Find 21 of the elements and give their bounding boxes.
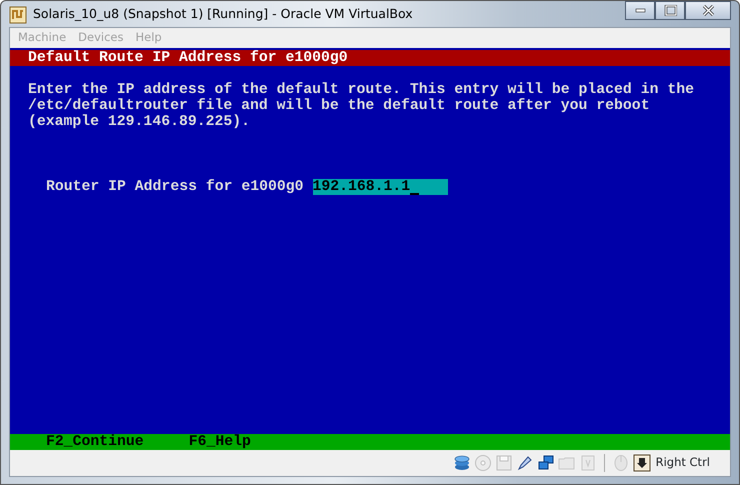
instruction-text: Enter the IP address of the default route. This entry will be placed in the bbox=[27, 82, 695, 98]
minimize-icon bbox=[634, 8, 646, 13]
hard-disk-icon[interactable] bbox=[452, 454, 471, 472]
close-icon bbox=[702, 5, 714, 16]
minimize-button[interactable] bbox=[625, 1, 655, 20]
app-icon bbox=[9, 6, 27, 24]
network-icon[interactable] bbox=[536, 454, 555, 472]
pen-icon[interactable] bbox=[516, 454, 534, 472]
maximize-icon bbox=[664, 5, 676, 16]
instruction-text: /etc/defaultrouter file and will be the default route after you reboot bbox=[27, 98, 651, 114]
instruction-text: (example 129.146.89.225). bbox=[27, 114, 251, 130]
maximize-button[interactable] bbox=[655, 1, 685, 20]
function-key-label[interactable]: F2_Continue bbox=[46, 434, 144, 450]
down-arrow-key-icon[interactable] bbox=[632, 454, 651, 472]
function-key-label[interactable]: F6_Help bbox=[188, 434, 251, 450]
field-label: Router IP Address for e1000g0 bbox=[46, 179, 304, 195]
window-title: Solaris_10_u8 (Snapshot 1) [Running] - Oracle VM VirtualBox bbox=[33, 4, 413, 23]
close-button[interactable] bbox=[685, 1, 731, 20]
screen-header: Default Route IP Address for e1000g0 bbox=[10, 50, 730, 66]
host-key-label: Right Ctrl bbox=[656, 454, 710, 472]
ip-address-field[interactable]: 192.168.1.1 bbox=[312, 179, 448, 195]
